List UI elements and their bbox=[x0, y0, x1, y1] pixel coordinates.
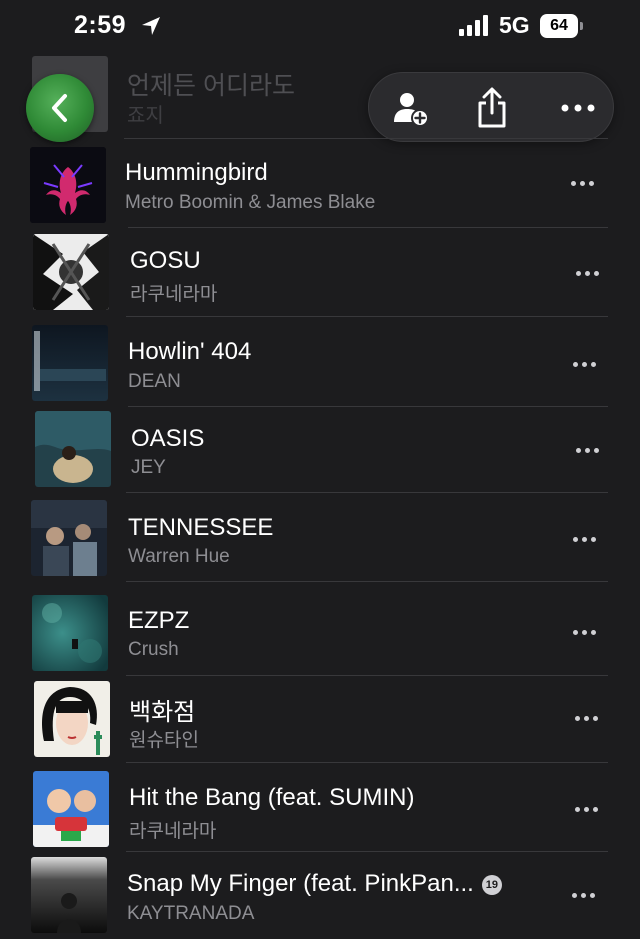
battery-level: 64 bbox=[540, 14, 578, 38]
song-row[interactable]: Hit the Bang (feat. SUMIN) 라쿠네라마 bbox=[0, 764, 640, 850]
song-more-button[interactable] bbox=[567, 526, 603, 552]
divider bbox=[126, 581, 608, 582]
song-row[interactable]: Howlin' 404 DEAN bbox=[0, 318, 640, 404]
album-art bbox=[33, 234, 109, 310]
age-rating-badge: 19 bbox=[481, 875, 502, 895]
song-title: 언제든 어디라도 bbox=[127, 72, 295, 100]
song-row[interactable]: Snap My Finger (feat. PinkPan... 19 KAYTR… bbox=[0, 853, 640, 939]
divider bbox=[126, 316, 608, 317]
share-button[interactable] bbox=[457, 73, 527, 143]
song-row[interactable]: TENNESSEE Warren Hue bbox=[0, 494, 640, 580]
battery-icon: 64 bbox=[540, 14, 584, 38]
song-more-button[interactable] bbox=[566, 882, 602, 908]
song-row[interactable]: 백화점 원슈타인 bbox=[0, 677, 640, 763]
album-art bbox=[35, 411, 111, 487]
song-artist: 라쿠네라마 bbox=[129, 821, 217, 842]
divider bbox=[124, 138, 608, 139]
network-type: 5G bbox=[499, 12, 530, 38]
song-artist: KAYTRANADA bbox=[127, 903, 255, 924]
song-artist: Warren Hue bbox=[128, 546, 230, 567]
person-add-icon bbox=[394, 93, 429, 127]
song-title: EZPZ bbox=[128, 607, 190, 634]
battery-cap bbox=[580, 22, 583, 30]
song-row[interactable]: GOSU 라쿠네라마 bbox=[0, 229, 640, 315]
divider bbox=[128, 406, 608, 407]
song-title: Snap My Finger (feat. PinkPan... 19 bbox=[127, 870, 502, 898]
song-more-button[interactable] bbox=[569, 705, 605, 731]
song-row[interactable]: EZPZ Crush bbox=[0, 583, 640, 671]
song-row[interactable]: OASIS JEY bbox=[0, 408, 640, 494]
album-art bbox=[32, 595, 108, 671]
album-art bbox=[30, 147, 106, 223]
song-title: 백화점 bbox=[129, 699, 196, 726]
song-more-button[interactable] bbox=[569, 796, 605, 822]
album-art bbox=[34, 681, 110, 757]
album-art bbox=[32, 325, 108, 401]
song-artist: Crush bbox=[128, 639, 179, 660]
song-title: GOSU bbox=[130, 247, 201, 274]
divider bbox=[126, 492, 608, 493]
song-title: OASIS bbox=[131, 425, 205, 452]
song-title-text: Snap My Finger (feat. PinkPan... bbox=[127, 870, 474, 897]
song-title: Hit the Bang (feat. SUMIN) bbox=[129, 784, 415, 811]
share-icon bbox=[478, 87, 506, 128]
song-artist: 원슈타인 bbox=[129, 730, 199, 751]
status-bar: 2:59 5G 64 bbox=[0, 0, 640, 56]
song-more-button[interactable] bbox=[570, 260, 606, 286]
song-artist: Metro Boomin & James Blake bbox=[125, 192, 376, 213]
song-title: Howlin' 404 bbox=[128, 338, 252, 365]
song-more-button[interactable] bbox=[565, 170, 601, 196]
back-button[interactable] bbox=[26, 74, 94, 142]
song-more-button[interactable] bbox=[570, 437, 606, 463]
divider bbox=[126, 762, 608, 763]
add-user-button[interactable] bbox=[375, 73, 445, 143]
action-toolbar bbox=[368, 72, 614, 142]
song-title: TENNESSEE bbox=[128, 514, 274, 541]
cellular-signal-icon bbox=[459, 15, 488, 36]
ellipsis-icon bbox=[561, 104, 595, 112]
chevron-left-icon bbox=[52, 94, 67, 122]
album-art bbox=[33, 771, 109, 847]
status-time: 2:59 bbox=[74, 11, 127, 39]
song-more-button[interactable] bbox=[567, 619, 603, 645]
divider bbox=[126, 675, 608, 676]
song-artist: 라쿠네라마 bbox=[130, 284, 218, 305]
song-artist: DEAN bbox=[128, 371, 181, 392]
divider bbox=[128, 227, 608, 228]
song-more-button[interactable] bbox=[567, 351, 603, 377]
song-row[interactable]: Hummingbird Metro Boomin & James Blake bbox=[0, 140, 640, 226]
song-artist: 죠지 bbox=[127, 105, 164, 127]
divider bbox=[126, 851, 608, 852]
more-options-button[interactable] bbox=[543, 73, 613, 143]
song-artist: JEY bbox=[131, 457, 166, 478]
song-title: Hummingbird bbox=[125, 159, 268, 186]
album-art bbox=[31, 857, 107, 933]
location-arrow-icon bbox=[142, 17, 160, 35]
album-art bbox=[31, 500, 107, 576]
